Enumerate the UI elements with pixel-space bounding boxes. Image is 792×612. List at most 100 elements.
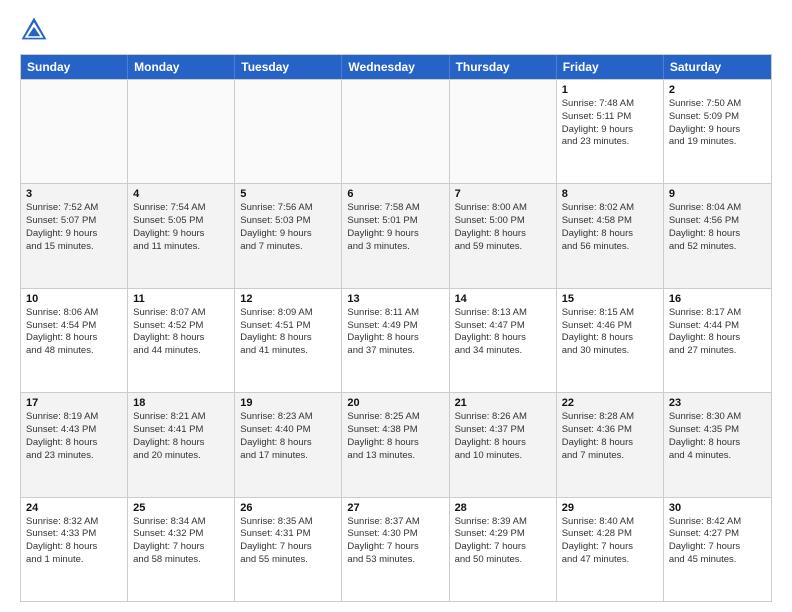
cell-line: Daylight: 7 hours xyxy=(669,541,766,554)
cell-line: Sunset: 5:07 PM xyxy=(26,215,122,228)
cal-row-3: 17Sunrise: 8:19 AMSunset: 4:43 PMDayligh… xyxy=(21,392,771,496)
cal-cell-6: 6Sunrise: 7:58 AMSunset: 5:01 PMDaylight… xyxy=(342,184,449,287)
day-number: 7 xyxy=(455,188,551,200)
cell-line: and 27 minutes. xyxy=(669,345,766,358)
cal-cell-empty xyxy=(450,80,557,183)
cell-line: Sunrise: 8:26 AM xyxy=(455,411,551,424)
cell-line: Sunset: 4:28 PM xyxy=(562,528,658,541)
cal-cell-23: 23Sunrise: 8:30 AMSunset: 4:35 PMDayligh… xyxy=(664,393,771,496)
cell-line: Sunrise: 7:58 AM xyxy=(347,202,443,215)
cell-line: and 7 minutes. xyxy=(240,241,336,254)
day-number: 29 xyxy=(562,502,658,514)
cal-cell-14: 14Sunrise: 8:13 AMSunset: 4:47 PMDayligh… xyxy=(450,289,557,392)
cal-row-4: 24Sunrise: 8:32 AMSunset: 4:33 PMDayligh… xyxy=(21,497,771,601)
day-number: 1 xyxy=(562,84,658,96)
cell-line: Sunset: 4:36 PM xyxy=(562,424,658,437)
cell-line: Sunrise: 8:00 AM xyxy=(455,202,551,215)
cell-line: Daylight: 8 hours xyxy=(26,541,122,554)
cell-line: Sunrise: 8:17 AM xyxy=(669,307,766,320)
header-day-saturday: Saturday xyxy=(664,55,771,79)
cal-cell-empty xyxy=(235,80,342,183)
cal-cell-21: 21Sunrise: 8:26 AMSunset: 4:37 PMDayligh… xyxy=(450,393,557,496)
cell-line: Sunrise: 8:19 AM xyxy=(26,411,122,424)
cal-cell-7: 7Sunrise: 8:00 AMSunset: 5:00 PMDaylight… xyxy=(450,184,557,287)
cell-line: Sunset: 4:52 PM xyxy=(133,320,229,333)
cal-cell-25: 25Sunrise: 8:34 AMSunset: 4:32 PMDayligh… xyxy=(128,498,235,601)
cell-line: and 37 minutes. xyxy=(347,345,443,358)
cell-line: Sunset: 4:47 PM xyxy=(455,320,551,333)
cal-cell-empty xyxy=(21,80,128,183)
cell-line: Sunset: 5:00 PM xyxy=(455,215,551,228)
cell-line: and 41 minutes. xyxy=(240,345,336,358)
cell-line: Daylight: 8 hours xyxy=(26,437,122,450)
cell-line: Sunset: 4:32 PM xyxy=(133,528,229,541)
calendar-header: SundayMondayTuesdayWednesdayThursdayFrid… xyxy=(21,55,771,79)
cal-cell-27: 27Sunrise: 8:37 AMSunset: 4:30 PMDayligh… xyxy=(342,498,449,601)
cell-line: and 19 minutes. xyxy=(669,136,766,149)
cell-line: and 48 minutes. xyxy=(26,345,122,358)
day-number: 5 xyxy=(240,188,336,200)
day-number: 25 xyxy=(133,502,229,514)
cell-line: Sunset: 4:31 PM xyxy=(240,528,336,541)
cell-line: and 59 minutes. xyxy=(455,241,551,254)
cal-cell-1: 1Sunrise: 7:48 AMSunset: 5:11 PMDaylight… xyxy=(557,80,664,183)
cell-line: Sunset: 4:41 PM xyxy=(133,424,229,437)
cell-line: Sunrise: 8:06 AM xyxy=(26,307,122,320)
header-day-sunday: Sunday xyxy=(21,55,128,79)
day-number: 4 xyxy=(133,188,229,200)
cell-line: Daylight: 8 hours xyxy=(240,332,336,345)
day-number: 14 xyxy=(455,293,551,305)
cell-line: and 13 minutes. xyxy=(347,450,443,463)
cell-line: Sunrise: 8:30 AM xyxy=(669,411,766,424)
header-day-tuesday: Tuesday xyxy=(235,55,342,79)
cal-cell-empty xyxy=(128,80,235,183)
cell-line: and 3 minutes. xyxy=(347,241,443,254)
day-number: 11 xyxy=(133,293,229,305)
cell-line: Daylight: 7 hours xyxy=(240,541,336,554)
header-day-monday: Monday xyxy=(128,55,235,79)
cell-line: Sunrise: 8:25 AM xyxy=(347,411,443,424)
cell-line: Sunset: 5:05 PM xyxy=(133,215,229,228)
cal-cell-17: 17Sunrise: 8:19 AMSunset: 4:43 PMDayligh… xyxy=(21,393,128,496)
cell-line: Sunrise: 8:04 AM xyxy=(669,202,766,215)
cell-line: Daylight: 8 hours xyxy=(133,437,229,450)
cell-line: Sunrise: 8:15 AM xyxy=(562,307,658,320)
cell-line: Daylight: 8 hours xyxy=(562,332,658,345)
cell-line: and 23 minutes. xyxy=(562,136,658,149)
cal-row-0: 1Sunrise: 7:48 AMSunset: 5:11 PMDaylight… xyxy=(21,79,771,183)
cell-line: Daylight: 9 hours xyxy=(133,228,229,241)
cal-row-2: 10Sunrise: 8:06 AMSunset: 4:54 PMDayligh… xyxy=(21,288,771,392)
cell-line: Sunset: 4:38 PM xyxy=(347,424,443,437)
cell-line: and 47 minutes. xyxy=(562,554,658,567)
cal-cell-13: 13Sunrise: 8:11 AMSunset: 4:49 PMDayligh… xyxy=(342,289,449,392)
cal-cell-16: 16Sunrise: 8:17 AMSunset: 4:44 PMDayligh… xyxy=(664,289,771,392)
cal-cell-11: 11Sunrise: 8:07 AMSunset: 4:52 PMDayligh… xyxy=(128,289,235,392)
day-number: 22 xyxy=(562,397,658,409)
cell-line: Daylight: 8 hours xyxy=(347,332,443,345)
cell-line: Daylight: 7 hours xyxy=(455,541,551,554)
cell-line: Sunrise: 8:11 AM xyxy=(347,307,443,320)
cell-line: and 4 minutes. xyxy=(669,450,766,463)
cal-cell-9: 9Sunrise: 8:04 AMSunset: 4:56 PMDaylight… xyxy=(664,184,771,287)
cell-line: Sunrise: 8:40 AM xyxy=(562,516,658,529)
cell-line: Sunset: 4:33 PM xyxy=(26,528,122,541)
cell-line: Sunrise: 8:21 AM xyxy=(133,411,229,424)
cell-line: Sunrise: 8:37 AM xyxy=(347,516,443,529)
cal-cell-22: 22Sunrise: 8:28 AMSunset: 4:36 PMDayligh… xyxy=(557,393,664,496)
logo xyxy=(20,16,52,44)
cell-line: Daylight: 7 hours xyxy=(562,541,658,554)
cell-line: Daylight: 9 hours xyxy=(562,124,658,137)
day-number: 28 xyxy=(455,502,551,514)
cell-line: Daylight: 9 hours xyxy=(26,228,122,241)
day-number: 21 xyxy=(455,397,551,409)
cell-line: Daylight: 9 hours xyxy=(240,228,336,241)
day-number: 6 xyxy=(347,188,443,200)
cell-line: Daylight: 8 hours xyxy=(455,332,551,345)
cell-line: and 17 minutes. xyxy=(240,450,336,463)
cal-cell-empty xyxy=(342,80,449,183)
cell-line: Sunset: 4:27 PM xyxy=(669,528,766,541)
cell-line: Sunrise: 7:54 AM xyxy=(133,202,229,215)
cell-line: Sunrise: 8:34 AM xyxy=(133,516,229,529)
day-number: 19 xyxy=(240,397,336,409)
cell-line: and 53 minutes. xyxy=(347,554,443,567)
